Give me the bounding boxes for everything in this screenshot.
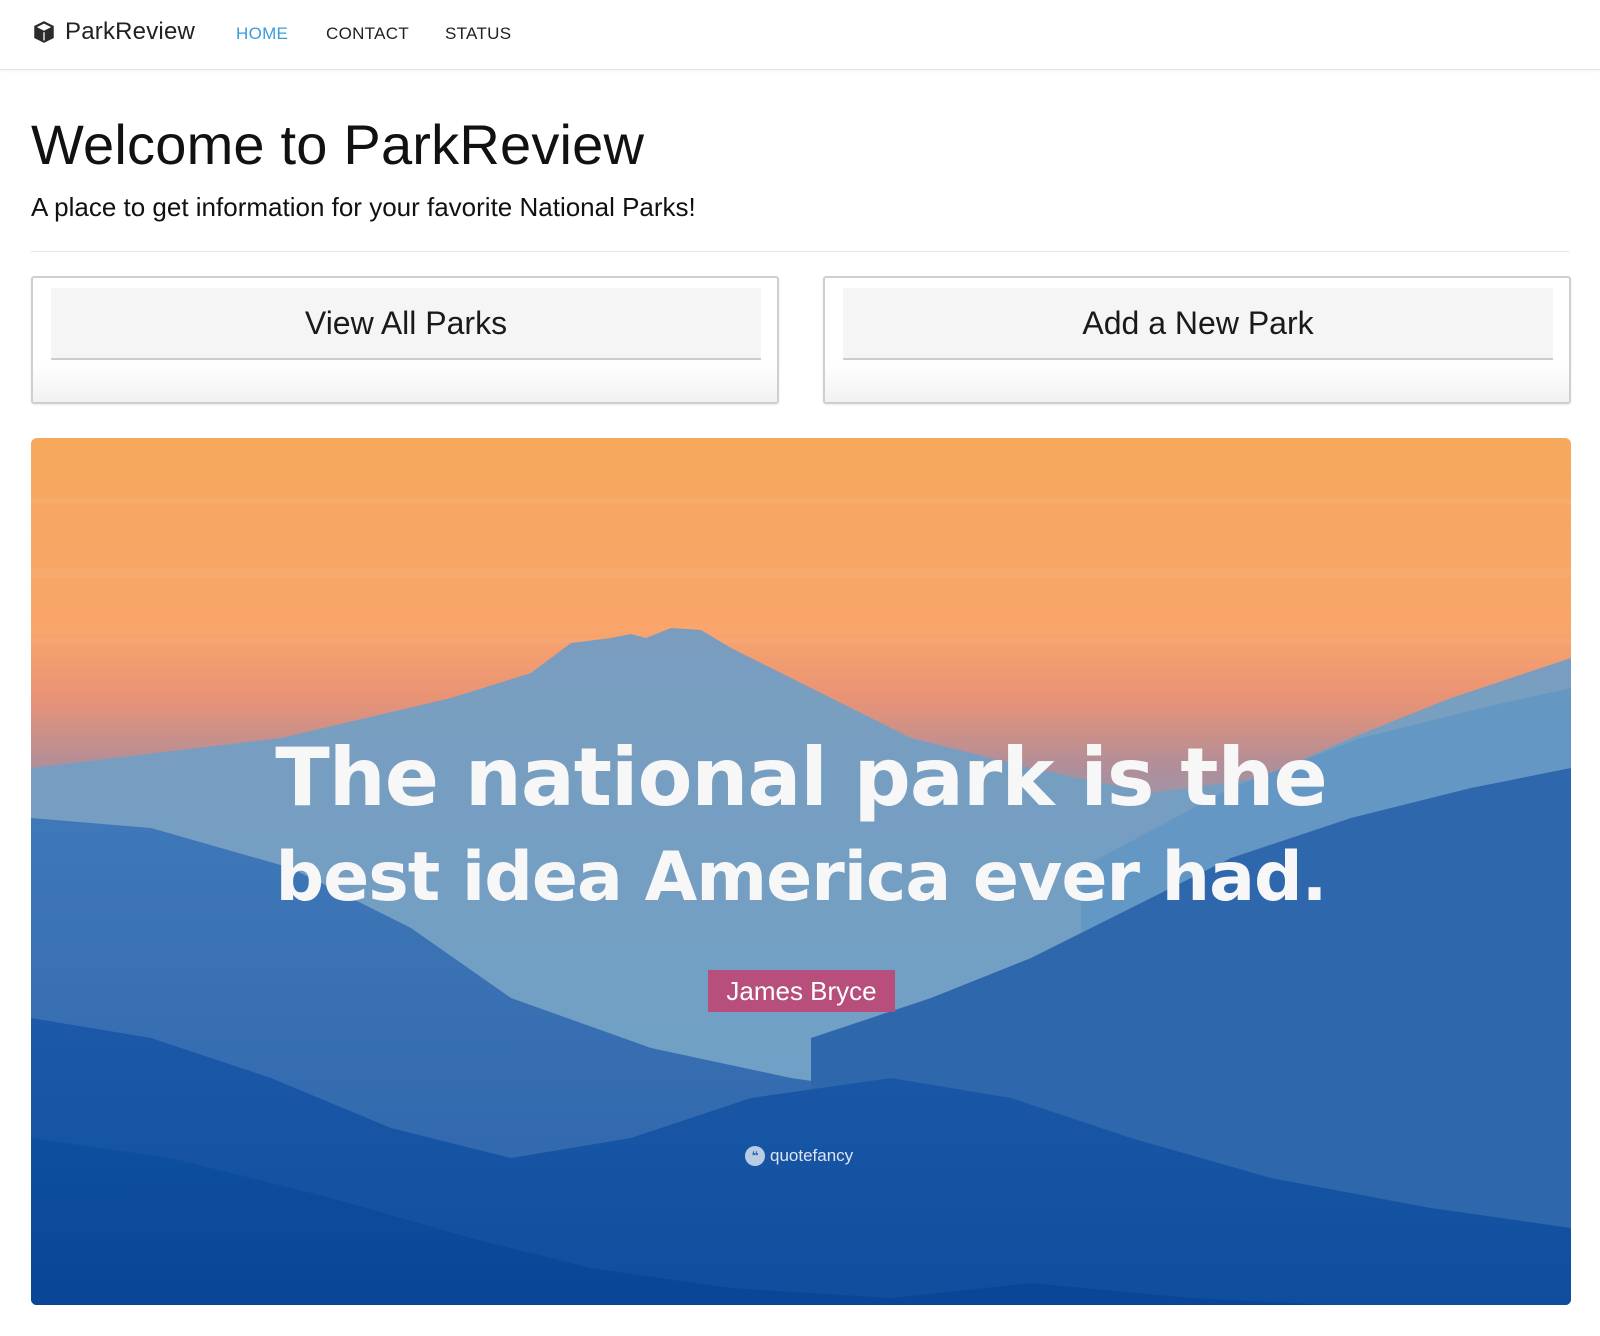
add-new-park-button[interactable]: Add a New Park (843, 288, 1553, 360)
add-new-park-card[interactable]: Add a New Park (823, 276, 1571, 404)
navbar: ParkReview HOME CONTACT STATUS (0, 0, 1600, 70)
quote-line-2: best idea America ever had. (275, 838, 1327, 917)
view-all-parks-card[interactable]: View All Parks (31, 276, 779, 404)
brand-name: ParkReview (65, 18, 196, 45)
nav-contact-link[interactable]: CONTACT (326, 24, 409, 44)
cube-icon (34, 21, 54, 43)
hero-quote-image: The national park is the best idea Ameri… (31, 438, 1571, 1305)
brand-link[interactable]: ParkReview (31, 18, 195, 46)
quote-line-1: The national park is the (275, 731, 1328, 824)
view-all-parks-label: View All Parks (304, 304, 508, 341)
quote-icon: ❝ (745, 1146, 765, 1166)
nav-home-link[interactable]: HOME (236, 24, 288, 44)
nav-status-link[interactable]: STATUS (445, 24, 511, 44)
quotefancy-watermark: ❝ quotefancy (745, 1146, 853, 1166)
view-all-parks-button[interactable]: View All Parks (51, 288, 761, 360)
watermark-text: quotefancy (770, 1146, 854, 1165)
quote-author-badge: James Bryce (708, 970, 895, 1012)
divider (31, 251, 1569, 252)
page-title: Welcome to ParkReview (31, 113, 645, 176)
page-subtitle: A place to get information for your favo… (31, 192, 696, 222)
add-new-park-label: Add a New Park (1082, 304, 1314, 341)
